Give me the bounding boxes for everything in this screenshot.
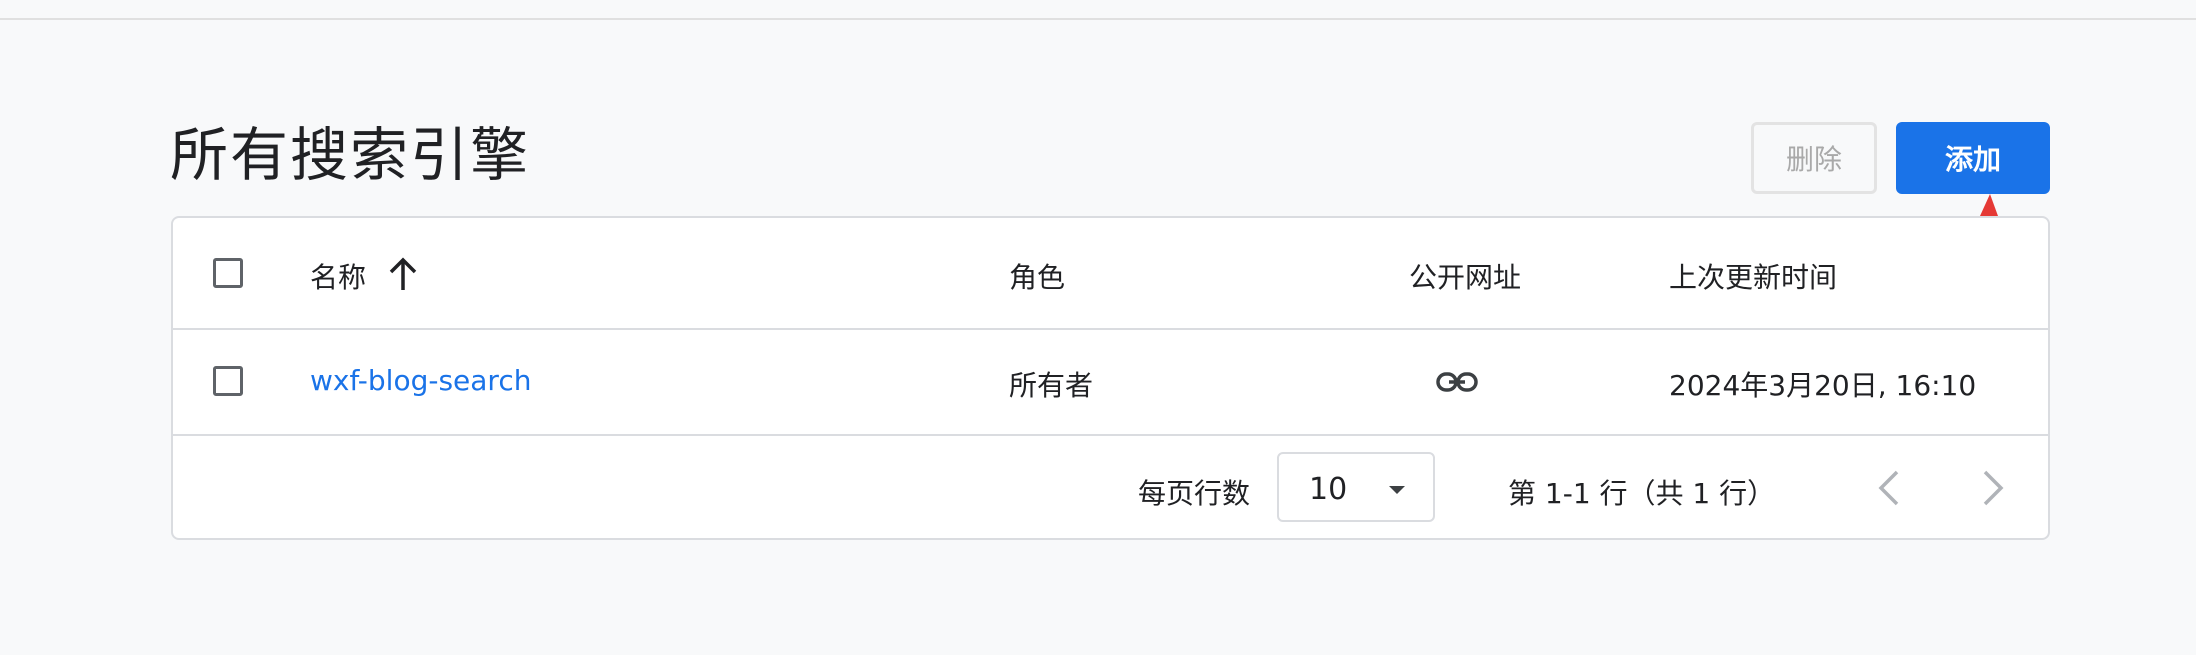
rows-per-page-label: 每页行数 (1138, 477, 1251, 510)
column-header-public-url: 公开网址 (1409, 261, 1522, 294)
select-all-checkbox[interactable] (213, 258, 243, 288)
pagination-bar: 每页行数 10 第 1-1 行（共 1 行） (173, 436, 2048, 540)
engine-name-link[interactable]: wxf-blog-search (310, 364, 531, 397)
chevron-right-icon[interactable] (1975, 466, 2011, 510)
column-header-last-updated: 上次更新时间 (1669, 261, 1838, 294)
column-header-role: 角色 (1009, 261, 1066, 294)
arrow-up-icon[interactable] (385, 254, 421, 294)
rows-per-page-value: 10 (1309, 472, 1348, 507)
chevron-left-icon[interactable] (1871, 466, 1907, 510)
column-header-name[interactable]: 名称 (310, 256, 366, 296)
caret-down-icon (1389, 486, 1405, 494)
engine-role: 所有者 (1009, 369, 1094, 402)
rows-per-page-select[interactable]: 10 (1277, 452, 1435, 522)
table-header-row: 名称 角色 公开网址 上次更新时间 (173, 218, 2048, 330)
delete-button[interactable]: 删除 (1751, 122, 1877, 194)
page-title: 所有搜索引擎 (170, 121, 531, 189)
row-checkbox[interactable] (213, 366, 243, 396)
pagination-range: 第 1-1 行（共 1 行） (1508, 477, 1776, 510)
top-divider (0, 18, 2196, 20)
table-row: wxf-blog-search 所有者 2024年3月20日, 16:10 (173, 330, 2048, 436)
add-button[interactable]: 添加 (1896, 122, 2050, 194)
engine-last-updated: 2024年3月20日, 16:10 (1669, 369, 1977, 402)
link-icon[interactable] (1435, 366, 1479, 398)
search-engines-table: 名称 角色 公开网址 上次更新时间 wxf-blog-search 所有者 20… (171, 216, 2050, 540)
